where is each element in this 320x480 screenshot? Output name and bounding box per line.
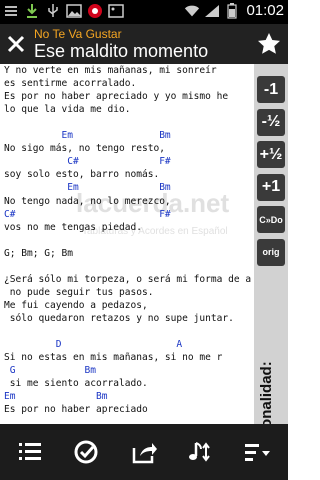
lyric-line: soy solo esto, barro nomás. — [4, 169, 160, 181]
lyrics-area[interactable]: lacuerda.net Tablaturas y Acordes en Esp… — [0, 64, 254, 424]
lyric-line: Me fui cayendo a pedazos, — [4, 299, 148, 311]
share-icon[interactable] — [130, 438, 158, 466]
list-icon[interactable] — [16, 438, 44, 466]
lyric-line: vos no me tengas piedad. — [4, 221, 142, 233]
lyric-line: Si no estas en mis mañanas, si no me r — [4, 352, 223, 364]
lyric-line: No sigo más, no tengo resto, — [4, 143, 165, 155]
lyric-line: ¿Será sólo mi torpeza, o será mi forma d… — [4, 273, 252, 285]
lyric-line: si me siento acorralado. — [4, 378, 148, 390]
close-icon[interactable] — [4, 32, 28, 56]
lyric-line: No tengo nada, no lo merezco, — [4, 195, 171, 207]
lyric-line: es sentirme acorralado. — [4, 78, 137, 90]
status-time: 01:02 — [246, 2, 284, 19]
original-key-button[interactable]: orig — [257, 238, 285, 266]
wifi-icon — [184, 3, 200, 19]
usb-icon — [45, 3, 61, 19]
action-bar: No Te Va Gustar Ese maldito momento — [0, 24, 288, 64]
lyric-line: no pude seguir tus pasos. — [4, 286, 154, 298]
chord-notation-button[interactable]: C»Do — [257, 206, 285, 233]
bottom-toolbar — [0, 424, 288, 480]
chord-line: C# F# — [4, 156, 171, 168]
star-icon[interactable] — [256, 31, 282, 57]
song-title: Ese maldito momento — [34, 41, 209, 61]
artist-name: No Te Va Gustar — [34, 27, 122, 41]
image-icon — [108, 3, 124, 19]
lyric-line: Y no verte en mis mañanas, mi sonreír — [4, 65, 217, 76]
lyric-line: lo que la vida me dio. — [4, 104, 131, 116]
chord-line: D A — [4, 339, 183, 351]
status-bar: 01:02 — [0, 0, 288, 24]
notification-list-icon — [3, 3, 19, 19]
chord-line: C# F# — [4, 208, 171, 220]
sort-menu-icon[interactable] — [244, 438, 272, 466]
chord-line: G Bm — [4, 365, 96, 377]
chord-line: Em Bm — [4, 182, 171, 194]
transpose-down-half-button[interactable]: -½ — [257, 108, 285, 136]
battery-icon — [224, 2, 240, 19]
lyric-line: Es por no haber apreciado — [4, 404, 148, 416]
signal-icon — [204, 3, 220, 19]
music-note-sort-icon[interactable] — [186, 438, 214, 466]
gallery-icon — [66, 3, 82, 19]
chord-line: Em Bm — [4, 391, 108, 403]
check-circle-icon[interactable] — [72, 438, 100, 466]
lyric-line: Es por no haber apreciado y yo mismo he — [4, 91, 229, 103]
transpose-up-half-button[interactable]: +½ — [257, 141, 285, 168]
lyric-line: sólo quedaron retazos y no supe juntar. — [4, 312, 234, 324]
lyric-line: G; Bm; G; Bm — [4, 247, 73, 259]
record-icon — [87, 3, 103, 19]
chord-line: Em Bm — [4, 130, 171, 142]
transpose-up-1-button[interactable]: +1 — [257, 173, 285, 201]
transpose-down-1-button[interactable]: -1 — [257, 76, 285, 103]
download-icon — [24, 3, 40, 19]
